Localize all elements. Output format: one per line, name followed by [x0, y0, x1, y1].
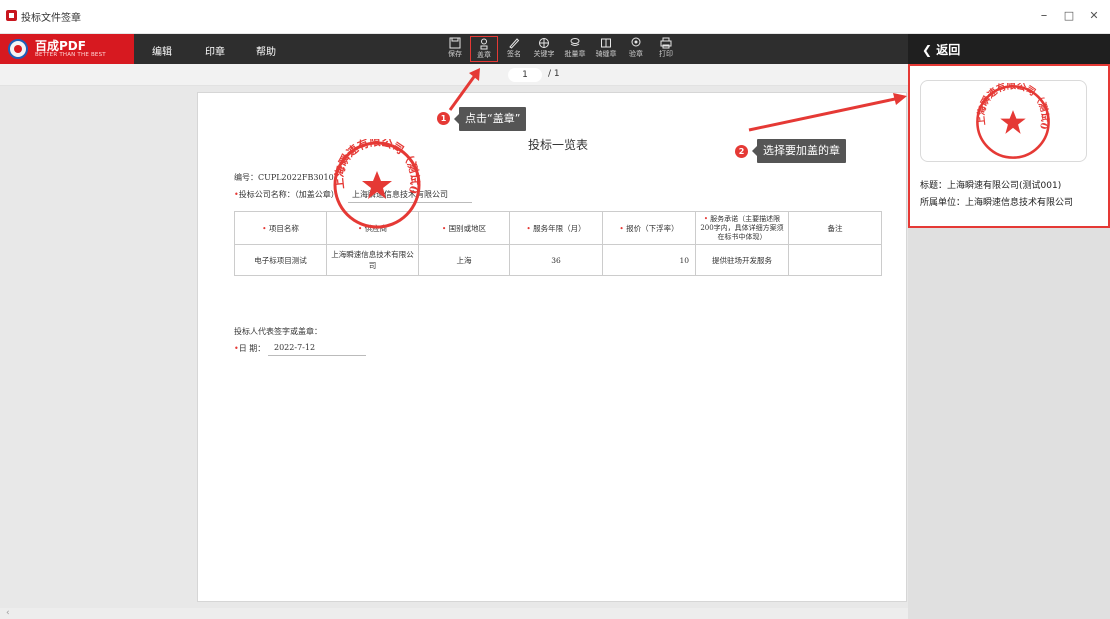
tool-verify-stamp-label: 验章: [629, 50, 643, 58]
tool-stamp[interactable]: 盖章: [470, 36, 498, 62]
document-workspace: 投标一览表 编号：CUPL2022FB3010 •投标公司名称：（加盖公章） 上…: [0, 86, 908, 619]
close-button[interactable]: ✕: [1083, 6, 1105, 26]
annotation-badge-2: 2: [735, 145, 748, 158]
table-header-cell: • 服务承诺（主要描述限200字内，具体详细方案须在标书中体现）: [695, 211, 789, 245]
seal-thumbnail-image: 上海瞬速有限公司（测试001）: [974, 83, 1051, 159]
brand-block: 百成PDF BETTER THAN THE BEST: [0, 34, 134, 64]
date-label-text: 日 期：: [238, 344, 266, 353]
panel-header: ❮ 返回: [908, 34, 1110, 64]
tool-batch-stamp-label: 批量章: [564, 50, 586, 58]
minimize-button[interactable]: –: [1033, 6, 1055, 26]
table-cell: [788, 244, 882, 276]
pdf-page[interactable]: 投标一览表 编号：CUPL2022FB3010 •投标公司名称：（加盖公章） 上…: [197, 92, 907, 602]
page-number-input[interactable]: 1: [508, 68, 542, 82]
tool-stamp-label: 盖章: [477, 51, 491, 59]
chevron-left-icon: ❮: [922, 43, 933, 57]
date-label: •日 期：: [234, 344, 266, 353]
table-cell: 提供驻场开发服务: [695, 244, 789, 276]
horizontal-scrollbar[interactable]: ‹: [0, 608, 908, 619]
menu-edit[interactable]: 编辑: [152, 43, 172, 58]
main-toolbar: 百成PDF BETTER THAN THE BEST 编辑 印章 帮助 保存 盖…: [0, 34, 908, 64]
tool-seam-stamp-label: 骑缝章: [595, 50, 617, 58]
signer-label: 投标人代表签字或盖章：: [234, 327, 322, 336]
date-value: 2022-7-12: [274, 343, 316, 352]
annotation-callout-2: 选择要加盖的章: [752, 139, 846, 163]
app-icon: [6, 10, 17, 21]
tool-seam-stamp[interactable]: 骑缝章: [592, 36, 620, 62]
tool-print-label: 打印: [659, 50, 673, 58]
tool-keyword-label: 关键字: [533, 50, 555, 58]
annotation-arrow-1: [448, 68, 480, 111]
back-label: 返回: [936, 43, 961, 57]
verify-stamp-icon: [631, 37, 641, 47]
table-row: 电子标项目测试 上海瞬速信息技术有限公司 上海 36 10 提供驻场开发服务: [234, 244, 882, 276]
stamp-icon: [480, 38, 488, 50]
seal-star-icon: [1000, 110, 1026, 134]
header-text: 项目名称: [268, 223, 299, 233]
table-header-cell: • 服务年限（月）: [509, 211, 603, 245]
save-icon: [449, 37, 461, 49]
seal-title: 标题：上海瞬速有限公司(测试001): [920, 181, 1062, 191]
company-seal-stamp[interactable]: 上海瞬速有限公司（测试001）: [331, 139, 423, 231]
brand-slogan: BETTER THAN THE BEST: [35, 52, 106, 58]
table-cell: 10: [602, 244, 696, 276]
tool-save[interactable]: 保存: [441, 36, 469, 62]
window-title: 投标文件签章: [21, 13, 81, 24]
back-button[interactable]: ❮ 返回: [922, 41, 960, 58]
seam-stamp-icon: [601, 38, 611, 48]
tool-save-label: 保存: [448, 50, 462, 58]
table-cell: 36: [509, 244, 603, 276]
seal-owner: 所属单位：上海瞬速信息技术有限公司: [920, 198, 1074, 208]
tool-keyword[interactable]: 关键字: [530, 36, 558, 62]
table-header-cell: 备注: [788, 211, 882, 245]
header-text: 服务年限（月）: [533, 223, 586, 233]
tool-print[interactable]: 打印: [652, 36, 680, 62]
table-cell: 上海瞬速信息技术有限公司: [326, 244, 419, 276]
table-header-cell: • 报价（下浮率）: [602, 211, 696, 245]
annotation-arrow-2: [748, 93, 907, 132]
company-label-text: 投标公司名称：（加盖公章）: [238, 190, 339, 199]
maximize-button[interactable]: □: [1058, 6, 1080, 26]
keyword-icon: [539, 38, 549, 48]
tool-batch-stamp[interactable]: 批量章: [561, 36, 589, 62]
table-cell: 电子标项目测试: [234, 244, 327, 276]
header-text: 报价（下浮率）: [626, 223, 679, 233]
date-underline: [268, 355, 366, 356]
title-bar: 投标文件签章 – □ ✕: [0, 0, 1110, 34]
tool-signature[interactable]: 签名: [500, 36, 528, 62]
batch-stamp-icon: [570, 38, 580, 46]
document-number: 编号：CUPL2022FB3010: [234, 173, 334, 182]
tool-signature-label: 签名: [507, 50, 521, 58]
print-icon: [660, 37, 672, 49]
table-cell: 上海: [418, 244, 510, 276]
table-header-cell: • 国别或地区: [418, 211, 510, 245]
menu-help[interactable]: 帮助: [256, 43, 276, 58]
seal-star-icon: [362, 171, 392, 199]
company-label: •投标公司名称：（加盖公章）: [234, 190, 339, 199]
table-header-cell: • 项目名称: [234, 211, 327, 245]
brand-logo-icon: [8, 39, 28, 59]
seal-thumbnail[interactable]: 上海瞬速有限公司（测试001）: [920, 80, 1087, 162]
selected-seal-card[interactable]: 上海瞬速有限公司（测试001） 标题：上海瞬速有限公司(测试001) 所属单位：…: [908, 64, 1110, 228]
menu-seal[interactable]: 印章: [205, 43, 225, 58]
tool-verify-stamp[interactable]: 验章: [622, 36, 650, 62]
header-text: 国别或地区: [448, 223, 487, 233]
scroll-left-arrow-icon[interactable]: ‹: [6, 608, 10, 618]
header-text: 服务承诺（主要描述限200字内，具体详细方案须在标书中体现）: [700, 214, 784, 241]
document-title: 投标一览表: [528, 138, 589, 152]
page-total: / 1: [548, 69, 560, 79]
signature-icon: [509, 38, 520, 49]
seal-selection-panel: 上海瞬速有限公司（测试001） 标题：上海瞬速有限公司(测试001) 所属单位：…: [908, 64, 1110, 619]
